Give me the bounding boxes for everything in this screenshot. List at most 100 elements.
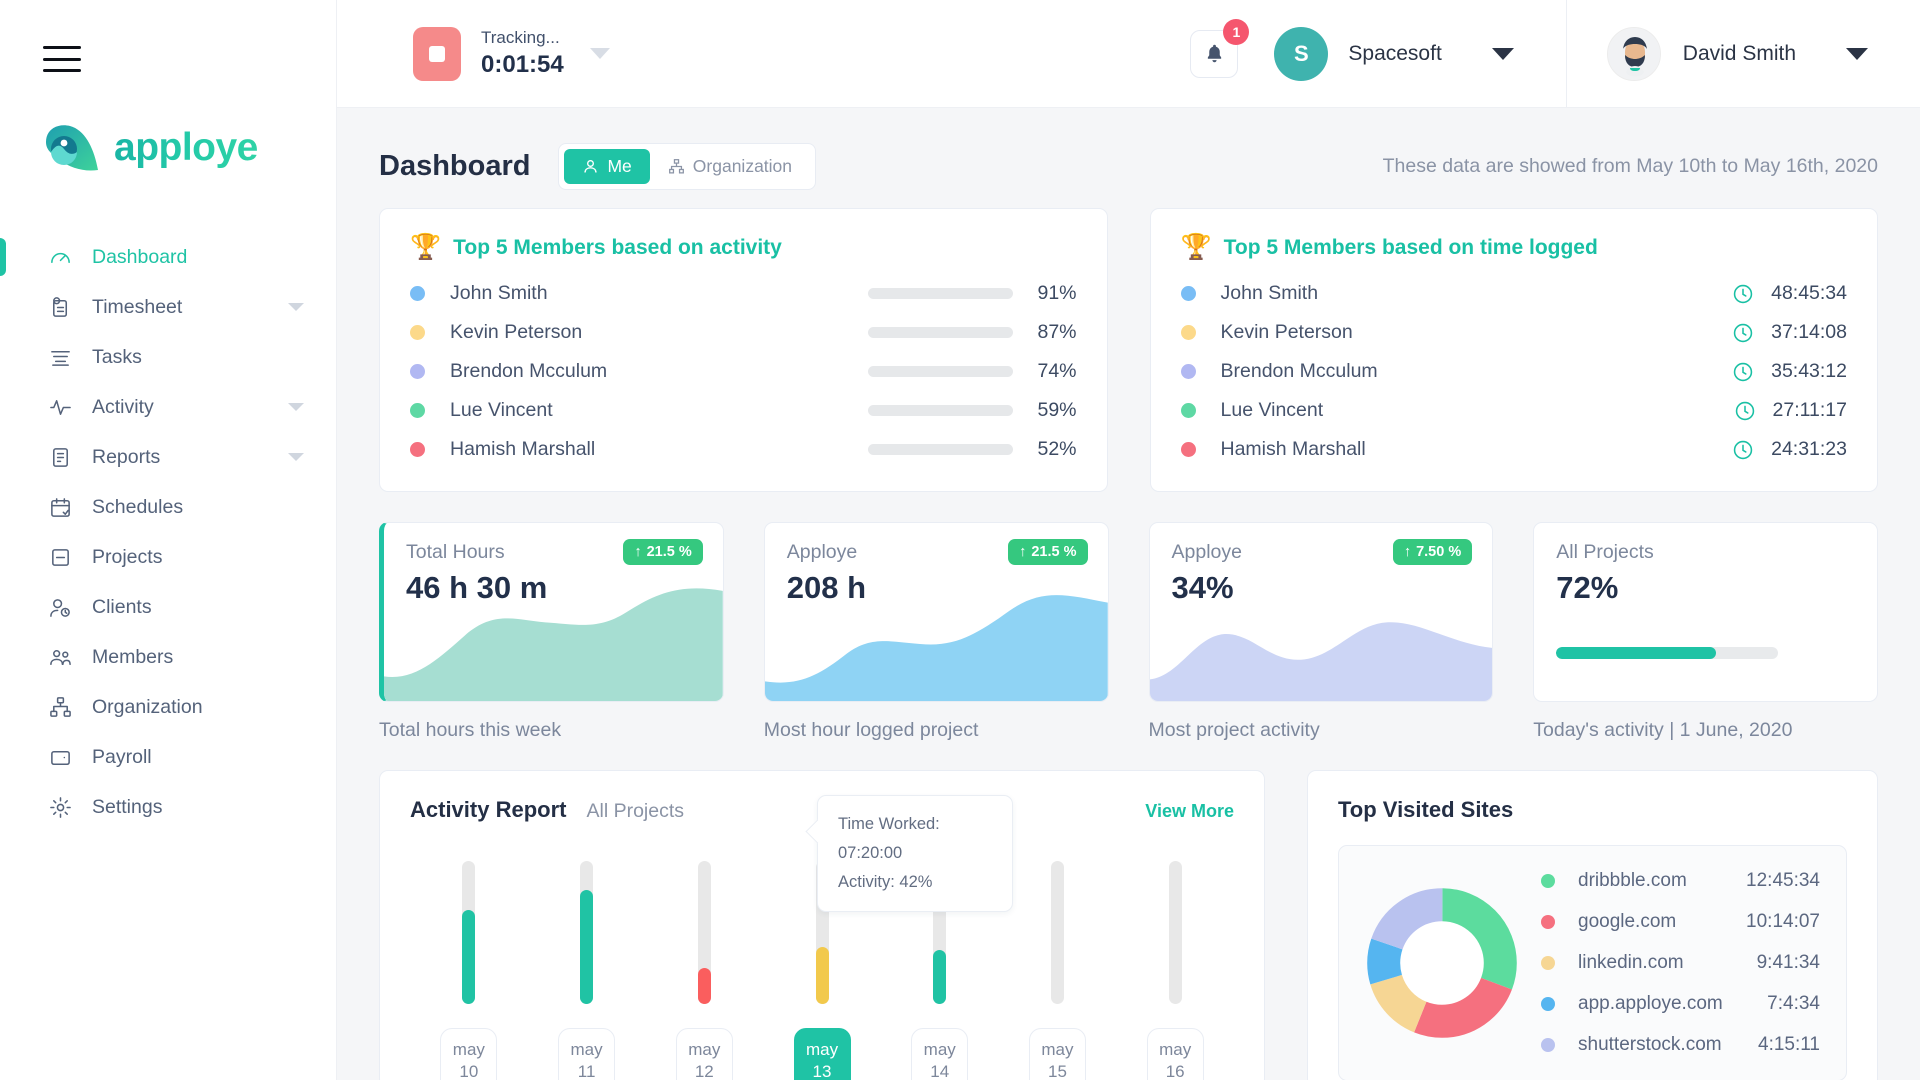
project-icon (47, 544, 73, 570)
stat-label: Total Hours (406, 541, 505, 563)
top-members-activity-card: 🏆 Top 5 Members based on activity John S… (379, 208, 1108, 492)
sidebar-item-label: Schedules (92, 495, 184, 518)
stop-square-icon (429, 45, 445, 62)
sidebar-nav: Dashboard Timesheet Tasks Activity Reports Sc… (0, 232, 336, 832)
logged-time: 48:45:34 (1732, 282, 1847, 305)
sidebar-item-clients[interactable]: Clients (0, 582, 336, 632)
card-title: Top 5 Members based on activity (453, 235, 782, 259)
badge-value: 21.5 % (1031, 544, 1077, 560)
day-chip-16[interactable]: may 16 (1146, 1028, 1204, 1080)
sidebar-item-schedules[interactable]: Schedules (0, 482, 336, 532)
sidebar-item-dashboard[interactable]: Dashboard (0, 232, 336, 282)
logged-time: 24:31:23 (1732, 438, 1847, 461)
top-visited-sites-card: Top Visited Sites dribbble.com 12:45:34 go… (1307, 770, 1878, 1080)
status-badge: ↑ 21.5 % (623, 539, 703, 565)
tracker-chevron-down-icon[interactable] (589, 48, 610, 59)
member-name: Hamish Marshall (450, 438, 596, 460)
scope-tab-me[interactable]: Me (564, 148, 650, 184)
member-color-dot (410, 442, 425, 457)
avatar (1606, 26, 1661, 81)
sidebar-item-label: Tasks (92, 345, 142, 368)
page-header: Dashboard Me Organization These data are (337, 124, 1920, 208)
activity-bar[interactable] (1116, 861, 1234, 1004)
site-color-dot (1541, 997, 1555, 1011)
view-more-link[interactable]: View More (1145, 801, 1234, 822)
day-chip-wrap: may 13 (763, 1028, 881, 1080)
status-badge: ↑ 7.50 % (1392, 539, 1473, 565)
activity-member-list: John Smith 91% Kevin Peterson 87% Brendon Mc… (410, 274, 1077, 469)
day-chip-13[interactable]: may 13 (793, 1028, 851, 1080)
user-menu[interactable]: David Smith (1567, 0, 1920, 107)
organization-selector[interactable]: S Spacesoft (1274, 0, 1567, 107)
top-members-time-card: 🏆 Top 5 Members based on time logged Joh… (1149, 208, 1878, 492)
sidebar-item-members[interactable]: Members (0, 632, 336, 682)
day-chip-11[interactable]: may 11 (558, 1028, 616, 1080)
gauge-icon (47, 244, 73, 270)
day-number: 16 (1165, 1062, 1185, 1080)
sidebar-item-timesheet[interactable]: Timesheet (0, 282, 336, 332)
topbar-right: 1 S Spacesoft David Smith (1190, 0, 1920, 107)
activity-percent: 52% (1037, 438, 1077, 460)
sidebar-item-label: Timesheet (92, 295, 183, 318)
app-logo[interactable]: apploye (44, 122, 258, 174)
tracker-info: Tracking... 0:01:54 (481, 27, 564, 80)
clock-icon (1733, 323, 1753, 342)
activity-bar[interactable] (410, 861, 528, 1004)
sidebar-item-activity[interactable]: Activity (0, 382, 336, 432)
timesheet-icon (47, 294, 73, 320)
activity-bar[interactable] (999, 861, 1117, 1004)
member-color-dot (1180, 364, 1196, 379)
activity-progress-track (867, 288, 1013, 299)
scope-tab-organization-label: Organization (692, 155, 793, 176)
sidebar-item-organization[interactable]: Organization (0, 682, 336, 732)
day-chip-wrap: may 11 (528, 1028, 646, 1080)
sidebar-item-reports[interactable]: Reports (0, 432, 336, 482)
list-item: Hamish Marshall 52% (410, 430, 1077, 469)
activity-bar[interactable] (645, 861, 763, 1004)
member-color-dot (410, 325, 425, 340)
list-item: dribbble.com 12:45:34 (1541, 861, 1820, 902)
sidebar-item-label: Clients (92, 595, 152, 618)
chevron-down-icon[interactable] (288, 403, 304, 411)
chevron-down-icon[interactable] (288, 303, 304, 311)
chevron-down-icon[interactable] (288, 453, 304, 461)
organization-chevron-down-icon[interactable] (1491, 47, 1514, 60)
day-chip-14[interactable]: may 14 (911, 1028, 969, 1080)
top-visited-sites-body: dribbble.com 12:45:34 google.com 10:14:07 li… (1338, 845, 1847, 1080)
clock-icon (1735, 401, 1754, 420)
logged-time: 27:11:17 (1734, 399, 1847, 422)
day-chip-10[interactable]: may 10 (440, 1028, 498, 1080)
day-chip-12[interactable]: may 12 (675, 1028, 733, 1080)
day-month: may (1159, 1040, 1192, 1059)
date-range-note: These data are showed from May 10th to M… (1382, 154, 1878, 177)
sidebar-item-tasks[interactable]: Tasks (0, 332, 336, 382)
sidebar-item-label: Projects (92, 545, 163, 568)
site-name: linkedin.com (1578, 952, 1684, 973)
hamburger-menu-icon[interactable] (43, 46, 81, 72)
tracker-status-label: Tracking... (481, 27, 560, 47)
stop-tracking-button[interactable] (413, 26, 461, 81)
site-time: 7:4:34 (1767, 993, 1820, 1014)
user-chevron-down-icon[interactable] (1846, 47, 1868, 60)
sidebar-item-projects[interactable]: Projects (0, 532, 336, 582)
stat-caption: Today's activity | 1 June, 2020 (1533, 719, 1793, 741)
day-chip-15[interactable]: may 15 (1028, 1028, 1086, 1080)
sidebar-item-settings[interactable]: Settings (0, 782, 336, 832)
card-title: Top 5 Members based on time logged (1223, 235, 1598, 259)
wallet-icon (47, 744, 73, 770)
activity-report-subtitle: All Projects (586, 800, 685, 822)
site-name: dribbble.com (1578, 870, 1687, 891)
logged-time: 35:43:12 (1732, 360, 1847, 383)
bar-track (697, 861, 711, 1004)
status-badge: ↑ 21.5 % (1008, 539, 1088, 565)
scope-tab-organization[interactable]: Organization (650, 149, 810, 184)
clock-icon (1733, 284, 1753, 303)
topbar: Tracking... 0:01:54 1 S Spacesoft David … (337, 0, 1920, 108)
organization-avatar: S (1274, 26, 1329, 81)
stat-card-box: Total Hours 46 h 30 m ↑ 21.5 % (379, 522, 724, 702)
pulse-icon (47, 394, 73, 420)
sidebar-item-payroll[interactable]: Payroll (0, 732, 336, 782)
activity-bar[interactable] (528, 861, 646, 1004)
list-item: Kevin Peterson 37:14:08 (1180, 313, 1847, 352)
stat-caption: Most hour logged project (763, 719, 979, 741)
